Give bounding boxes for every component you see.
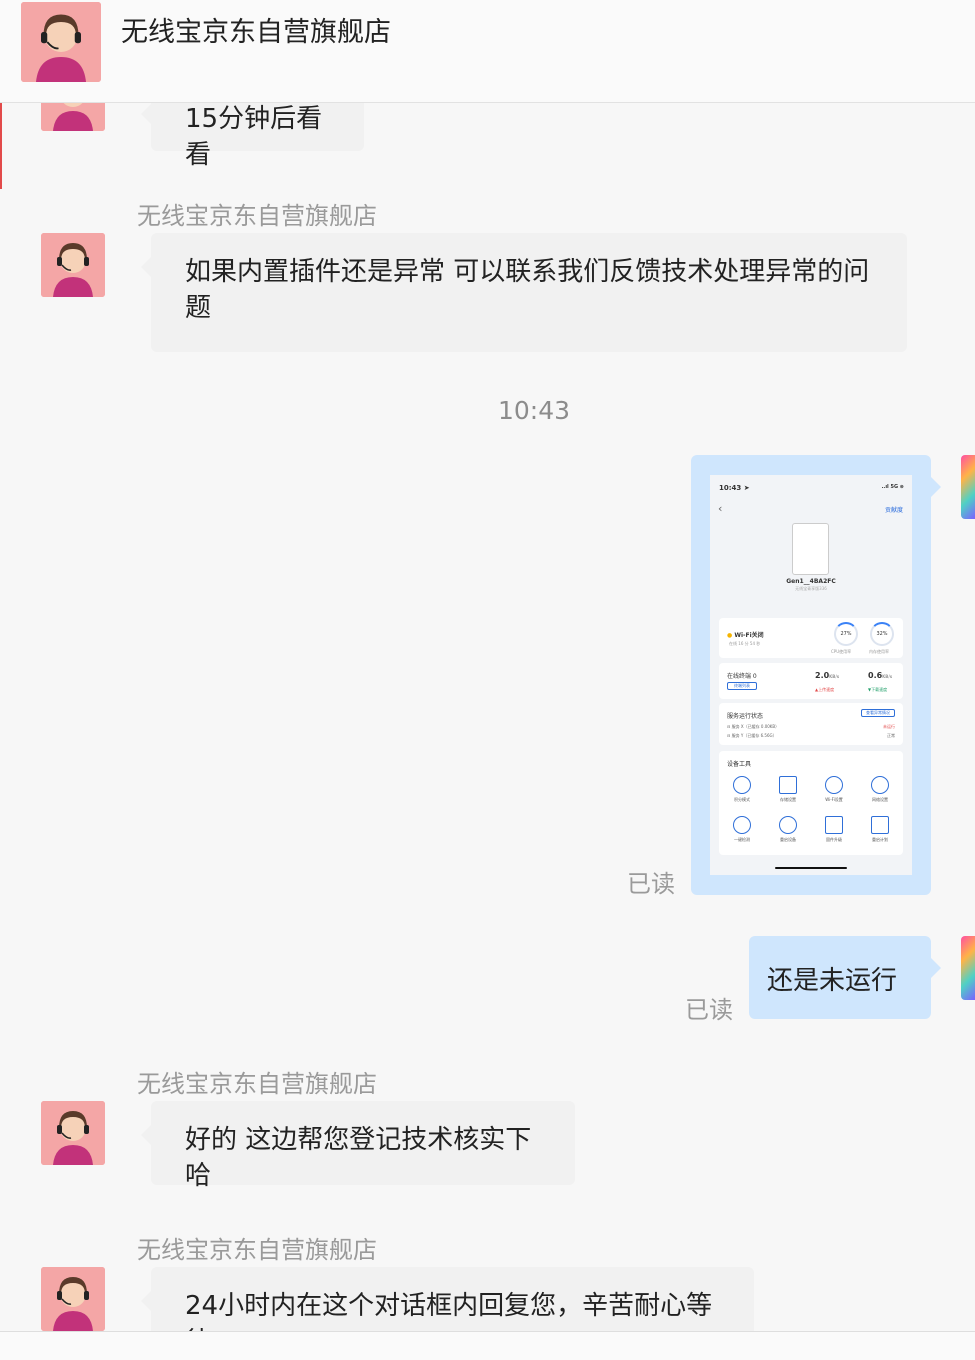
sender-name: 无线宝京东自营旗舰店 [137,202,377,230]
wifi-icon [825,776,843,794]
message-text: 15分钟后看看 [185,104,323,170]
phone-mem-label: 内存使用率 [869,649,889,654]
phone-wifi-sub: 在线 16 分 54 秒 [729,641,761,646]
tool-label: Wi-Fi设置 [825,797,843,802]
phone-service-x: ⊟ 服务 X（已缓存 0.00KB） [727,724,780,729]
tool-label: 重启计划 [872,837,888,842]
phone-status-signal: ..ıl 5G ⊛ [881,484,904,490]
phone-service-y-status: 正常 [887,733,895,738]
phone-up-label: ▲上传速度 [815,687,835,692]
phone-service-button: 查看异常情况 [861,709,895,717]
message-text: 如果内置插件还是异常 可以联系我们反馈技术处理异常的问题 [185,257,870,323]
phone-contrib: 贡献度 [884,507,903,514]
phone-up-unit: KB/s [829,674,840,679]
phone-online-label: 在线终端 0 [727,673,757,680]
phone-device-name: Gen1__4BA2FC [786,578,836,585]
tool-label: 重启设备 [780,837,796,842]
phone-up-speed: 2.0 [815,671,830,680]
phone-online-button: 终端列表 [727,682,757,690]
storage-icon [779,776,797,794]
chip-icon [825,816,843,834]
chat-header: 无线宝京东自营旗舰店 [0,0,975,103]
phone-service-card: 服务运行状态 查看异常情况 ⊟ 服务 X（已缓存 0.00KB） ⊟ 服务 Y（… [719,703,903,745]
sender-name: 无线宝京东自营旗舰店 [137,1236,377,1264]
phone-down-unit: KB/s [882,674,893,679]
phone-service-title: 服务运行状态 [727,713,764,720]
shop-avatar[interactable] [41,233,105,297]
shop-avatar[interactable] [41,1267,105,1331]
message-text: 好的 这边帮您登记技术核实下哈 [185,1125,532,1191]
phone-cpu-label: CPU使用率 [831,649,852,654]
user-avatar[interactable] [961,455,975,519]
calendar-icon [871,816,889,834]
tool-label: 网络设置 [872,797,888,802]
lightning-icon [733,816,751,834]
tool-label: 一键检测 [734,837,750,842]
phone-tools-card: 设备工具 积分模式 存储设置 Wi-Fi设置 网络设置 一键检测 重启设备 固件… [719,751,903,855]
screenshot-image[interactable]: 10:43 ➤ ..ıl 5G ⊛ ‹ 贡献度 Gen1__4BA2FC 无线宝… [710,475,912,875]
phone-device-sub: 无线宝青享版336 [795,586,827,591]
input-toolbar[interactable] [0,1331,975,1360]
phone-down-speed: 0.6 [868,671,883,680]
message-bubble: 如果内置插件还是异常 可以联系我们反馈技术处理异常的问题 [141,233,907,352]
tool-label: 固件升级 [826,837,842,842]
phone-wifi-card: ● Wi-Fi关闭 在线 16 分 54 秒 27% 32% CPU使用率 内存… [719,618,903,658]
message-bubble: 好的 这边帮您登记技术核实下哈 [141,1101,575,1191]
phone-service-x-status: 未运行 [883,724,895,729]
phone-wifi-label: Wi-Fi关闭 [734,632,764,639]
points-icon [733,776,751,794]
router-image [792,523,829,575]
phone-mem-ring: 32% [870,622,894,646]
phone-status-time: 10:43 ➤ [719,484,750,492]
home-indicator [775,867,847,869]
globe-icon [871,776,889,794]
message-bubble-outgoing: 还是未运行 [749,936,941,1019]
phone-service-y: ⊟ 服务 Y（已缓存 6.56G） [727,733,777,738]
unread-indicator [0,103,2,189]
shop-avatar[interactable] [21,2,101,82]
power-icon [779,816,797,834]
timestamp: 10:43 [497,396,571,425]
message-text: 还是未运行 [767,966,898,996]
tool-label: 存储设置 [780,797,796,802]
sender-name: 无线宝京东自营旗舰店 [137,1070,377,1098]
shop-avatar[interactable] [41,1101,105,1165]
phone-online-card: 在线终端 0 终端列表 2.0KB/s 0.6KB/s ▲上传速度 ▼下载速度 [719,663,903,699]
chat-title: 无线宝京东自营旗舰店 [121,17,391,48]
tool-label: 积分模式 [734,797,750,802]
phone-down-label: ▼下载速度 [868,687,888,692]
phone-tools-title: 设备工具 [727,761,752,768]
chevron-left-icon: ‹ [718,502,723,515]
user-avatar[interactable] [961,936,975,1000]
read-status: 已读 [627,870,675,898]
read-status: 已读 [685,996,733,1024]
phone-cpu-ring: 27% [834,622,858,646]
